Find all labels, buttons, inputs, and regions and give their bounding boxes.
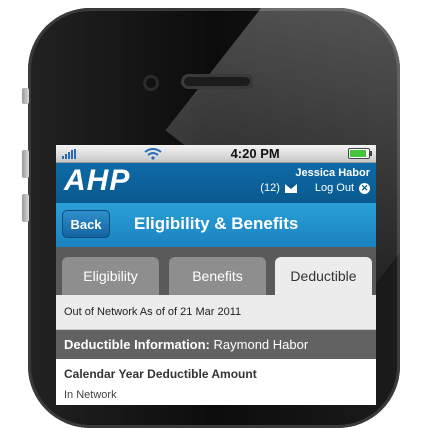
- section-subtitle: In Network: [64, 389, 117, 401]
- app-header: AHP Jessica Habor (12) Log Out ✕: [56, 163, 376, 203]
- user-name: Jessica Habor: [295, 167, 370, 179]
- page-title: Eligibility & Benefits: [134, 214, 299, 233]
- back-button[interactable]: Back: [62, 210, 110, 238]
- close-icon[interactable]: ✕: [359, 182, 370, 194]
- front-camera: [143, 75, 159, 91]
- status-bar: 4:20 PM: [56, 145, 376, 163]
- volume-up-button: [22, 150, 29, 178]
- phone-screen: 4:20 PM AHP Jessica Habor (12) Log Out ✕…: [56, 145, 376, 405]
- tab-eligibility[interactable]: Eligibility: [62, 257, 159, 295]
- tab-bar: Eligibility Benefits Deductible: [56, 247, 376, 295]
- status-time: 4:20 PM: [230, 146, 280, 161]
- volume-down-button: [22, 194, 29, 222]
- deductible-info-name: Raymond Habor: [213, 337, 309, 352]
- message-count: (12): [260, 182, 280, 194]
- logout-link[interactable]: Log Out: [315, 182, 354, 194]
- network-date: Out of Network As of of 21 Mar 2011: [56, 295, 376, 330]
- wifi-icon: [144, 147, 162, 160]
- mail-icon[interactable]: [284, 183, 297, 193]
- earpiece-speaker: [181, 74, 253, 89]
- deductible-info-bar: Deductible Information: Raymond Habor: [56, 330, 376, 359]
- battery-icon: [347, 148, 372, 159]
- tab-deductible[interactable]: Deductible: [275, 257, 372, 295]
- title-bar: Back Eligibility & Benefits: [56, 203, 376, 247]
- mute-switch: [22, 88, 29, 104]
- app-logo: AHP: [64, 164, 131, 197]
- header-actions: (12) Log Out ✕: [260, 182, 370, 194]
- deductible-card: Calendar Year Deductible Amount In Netwo…: [56, 359, 376, 405]
- tab-benefits[interactable]: Benefits: [169, 257, 266, 295]
- deductible-info-label: Deductible Information:: [64, 337, 210, 352]
- signal-icon: [62, 148, 76, 159]
- section-title: Calendar Year Deductible Amount: [64, 367, 257, 381]
